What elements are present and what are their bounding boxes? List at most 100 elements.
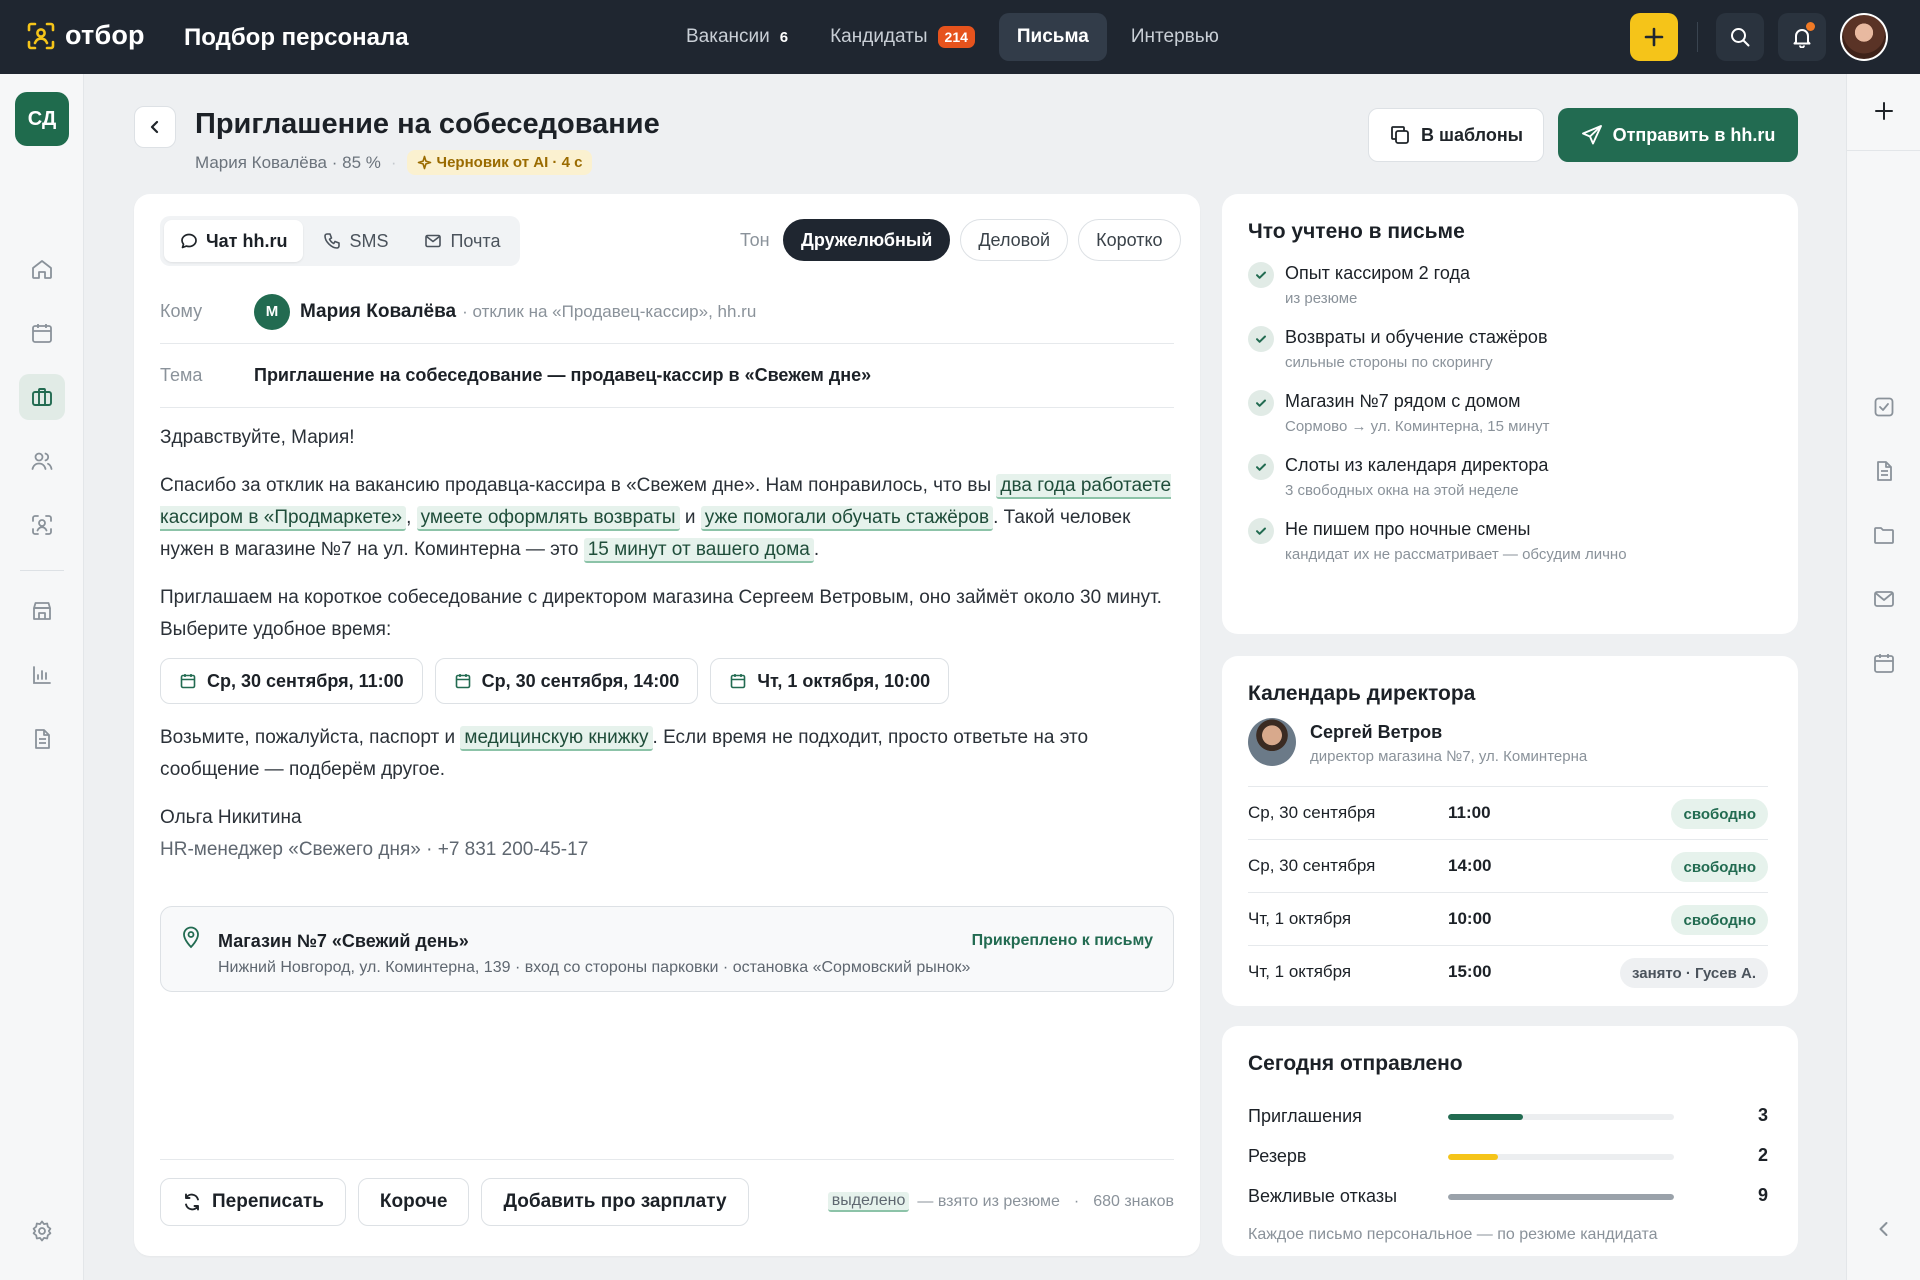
stat-label: Приглашения (1248, 1106, 1362, 1126)
app-title: Подбор персонала (184, 24, 409, 51)
recipient-name[interactable]: Мария Ковалёва (300, 301, 456, 323)
tab-hh-chat[interactable]: Чат hh.ru (164, 220, 304, 262)
stat-bar-fill (1448, 1194, 1674, 1200)
signature-role: HR-менеджер «Свежего дня» · +7 831 200-4… (160, 839, 589, 860)
calendar-slot-row[interactable]: Ср, 30 сентября 14:00 свободно (1248, 839, 1768, 892)
attached-store-card[interactable]: Магазин №7 «Свежий день» Нижний Новгород… (160, 906, 1174, 992)
chevron-left-icon (1879, 1222, 1888, 1236)
letter-body[interactable]: Здравствуйте, Мария! Спасибо за отклик н… (160, 422, 1174, 866)
rail-add-button[interactable] (1871, 98, 1897, 124)
tone-short[interactable]: Коротко (1078, 219, 1181, 261)
search-icon (1731, 28, 1750, 47)
separator-dot: · (390, 152, 397, 172)
calendar-icon (1874, 654, 1894, 673)
shorter-button[interactable]: Короче (357, 1178, 470, 1226)
mail-icon (1874, 591, 1894, 607)
mail-icon (425, 234, 442, 248)
attachment-status: Прикреплено к письму (971, 932, 1153, 949)
tab-sms[interactable]: SMS (307, 220, 404, 262)
recipient-meta: · отклик на «Продавец-кассир», hh.ru (462, 301, 757, 321)
create-button[interactable] (1630, 13, 1678, 61)
sidebar-item-screening[interactable] (19, 502, 65, 548)
org-badge[interactable]: СД (15, 92, 69, 146)
button-label: В шаблоны (1420, 124, 1524, 145)
notifications-button[interactable] (1778, 13, 1826, 61)
tone-friendly[interactable]: Дружелюбный (783, 219, 951, 261)
send-button[interactable]: Отправить в hh.ru (1558, 108, 1798, 162)
considered-item: Возвраты и обучение стажёров сильные стор… (1248, 326, 1768, 378)
stat-row: Вежливые отказы 9 (1248, 1182, 1768, 1212)
time-slot[interactable]: Ср, 30 сентября, 14:00 (434, 658, 699, 704)
rail-tasks[interactable] (1871, 394, 1897, 420)
rail-mail[interactable] (1871, 586, 1897, 612)
slot-label: Ср, 30 сентября, 11:00 (207, 671, 404, 691)
settings-icon (32, 1220, 52, 1242)
nav-interviews[interactable]: Интервью (1113, 13, 1237, 61)
nav-count-badge: 214 (937, 26, 975, 48)
subject-field[interactable]: Приглашение на собеседование — продавец-… (254, 365, 871, 386)
sparkle-icon (417, 155, 431, 170)
sidebar-item-documents[interactable] (19, 716, 65, 762)
calendar-slot-row[interactable]: Ср, 30 сентября 11:00 свободно (1248, 786, 1768, 839)
sidebar-item-vacancies[interactable] (19, 374, 65, 420)
rail-folders[interactable] (1871, 522, 1897, 548)
nav-letters[interactable]: Письма (998, 13, 1107, 61)
item-source: кандидат их не рассматривает — обсудим л… (1285, 546, 1627, 563)
considered-item: Опыт кассиром 2 года из резюме (1248, 262, 1768, 314)
subject-row: Тема Приглашение на собеседование — прод… (160, 344, 1174, 408)
sidebar-item-calendar[interactable] (19, 310, 65, 356)
stat-value: 3 (1757, 1105, 1768, 1125)
time-slot[interactable]: Чт, 1 октября, 10:00 (710, 658, 950, 704)
slot-label: Ср, 30 сентября, 14:00 (481, 671, 680, 691)
add-salary-button[interactable]: Добавить про зарплату (481, 1178, 749, 1226)
considered-item: Не пишем про ночные смены кандидат их не … (1248, 518, 1768, 570)
calendar-slot-row[interactable]: Чт, 1 октября 10:00 свободно (1248, 892, 1768, 945)
tone-business[interactable]: Деловой (960, 219, 1069, 261)
tab-email[interactable]: Почта (408, 220, 516, 262)
stat-value: 9 (1757, 1185, 1768, 1205)
map-pin-icon (183, 926, 199, 949)
sidebar-item-stores[interactable] (19, 588, 65, 634)
item-title: Слоты из календаря директора (1285, 455, 1549, 475)
recipient-row: Кому М Мария Ковалёва · отклик на «Прода… (160, 280, 1174, 344)
avatar (1248, 718, 1296, 766)
rail-calendar[interactable] (1871, 650, 1897, 676)
item-title: Опыт кассиром 2 года (1285, 263, 1470, 283)
back-button[interactable] (134, 106, 176, 148)
stat-note: Каждое письмо персональное — по резюме к… (1248, 1226, 1658, 1243)
sidebar-item-analytics[interactable] (19, 652, 65, 698)
stat-bar (1448, 1154, 1674, 1160)
app-logo[interactable]: отбор (26, 20, 145, 51)
item-source: Сормово → ул. Коминтерна, 15 минут (1285, 418, 1550, 435)
nav-candidates[interactable]: Кандидаты 214 (812, 13, 993, 61)
considered-card: Что учтено в письме Опыт кассиром 2 года… (1222, 194, 1798, 634)
text: Возьмите, пожалуйста, паспорт и (160, 727, 461, 748)
rail-documents[interactable] (1871, 458, 1897, 484)
check-icon (1248, 454, 1274, 480)
time-slot[interactable]: Ср, 30 сентября, 11:00 (160, 658, 423, 704)
resume-highlight: медицинскую книжку (460, 726, 653, 751)
letter-paragraph: Спасибо за отклик на вакансию продавца-к… (160, 470, 1174, 566)
stat-value: 2 (1757, 1145, 1768, 1165)
status-badge: занято · Гусев А. (1619, 958, 1768, 988)
sidebar-item-settings[interactable] (19, 1208, 65, 1254)
rewrite-button[interactable]: Переписать (160, 1178, 346, 1226)
store-name: Магазин №7 «Свежий день» (218, 931, 469, 951)
tab-label: Чат hh.ru (206, 230, 288, 251)
letter-composer: Чат hh.ru SMS Почта Тон Дружелюбный Дело… (134, 194, 1200, 1256)
director-calendar-card: Календарь директора Сергей Ветров директ… (1222, 656, 1798, 1006)
user-avatar[interactable] (1840, 13, 1888, 61)
char-count: 680 знаков (1093, 1193, 1174, 1210)
nav-count: 6 (779, 28, 789, 46)
save-to-templates-button[interactable]: В шаблоны (1368, 108, 1544, 162)
subject-label: Тема (160, 365, 203, 385)
resume-highlight: умеете оформлять возвраты (416, 506, 680, 531)
scan-person-icon (32, 515, 52, 535)
search-button[interactable] (1716, 13, 1764, 61)
avatar: М (254, 293, 290, 330)
sidebar-item-people[interactable] (19, 438, 65, 484)
text: , (406, 507, 417, 528)
nav-vacancies[interactable]: Вакансии 6 (668, 13, 806, 61)
sidebar-item-home[interactable] (19, 246, 65, 292)
rail-collapse-button[interactable] (1871, 1216, 1897, 1242)
